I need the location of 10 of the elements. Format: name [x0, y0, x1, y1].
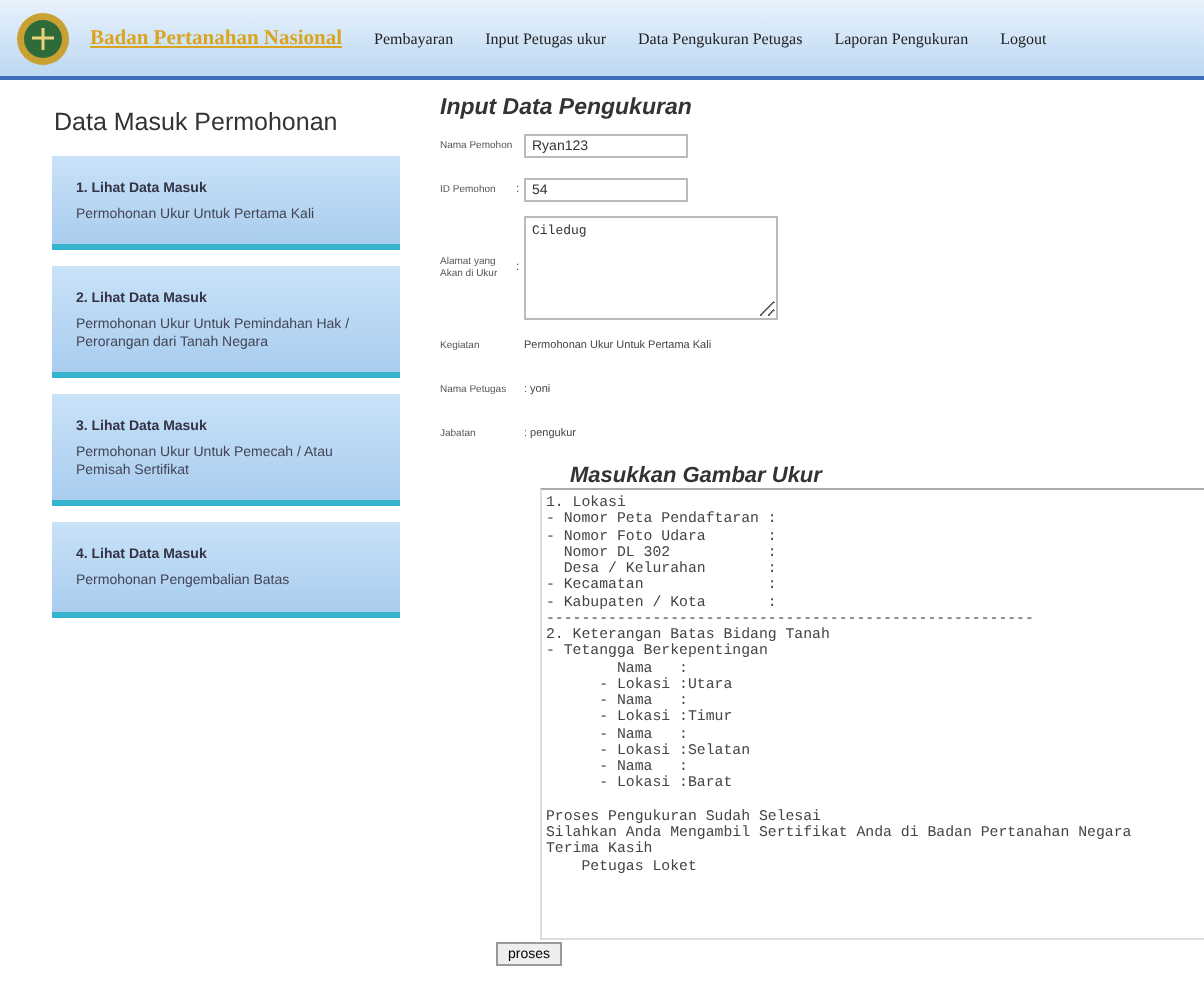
sidebar-title: Data Masuk Permohonan — [52, 108, 340, 136]
nav-link[interactable]: Pembayaran — [374, 29, 454, 47]
nav-link[interactable]: Laporan Pengukuran — [834, 29, 969, 47]
nav-link[interactable]: Logout — [1000, 29, 1047, 47]
form-title: Input Data Pengukuran — [440, 96, 692, 120]
nav-link[interactable]: Input Petugas ukur — [485, 29, 607, 47]
emblem-logo — [16, 11, 70, 65]
section-title: Masukkan Gambar Ukur — [570, 464, 822, 488]
nav-link[interactable]: Data Pengukuran Petugas — [638, 29, 803, 47]
text-area[interactable] — [540, 488, 1204, 940]
